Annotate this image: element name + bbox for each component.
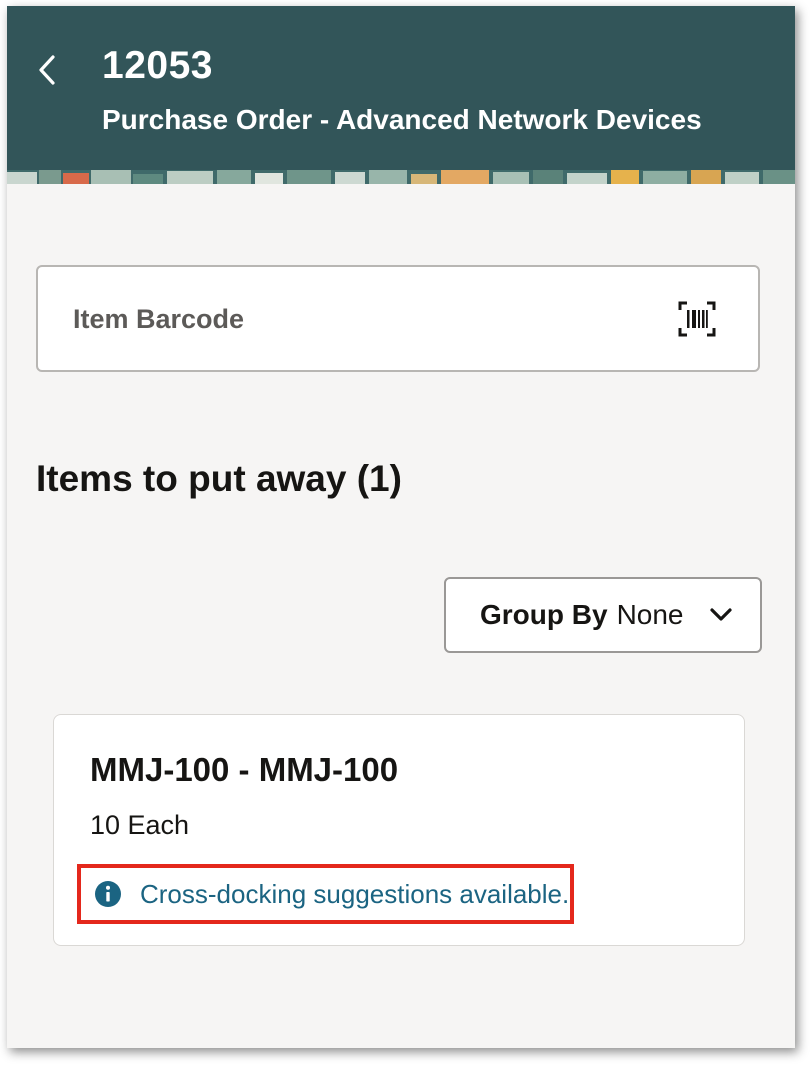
chevron-left-icon bbox=[39, 55, 55, 85]
app-screen: 12053 Purchase Order - Advanced Network … bbox=[7, 6, 795, 1048]
list-item[interactable]: MMJ-100 - MMJ-100 10 Each Cross-docking … bbox=[53, 714, 745, 946]
header-decorative-pattern bbox=[7, 170, 795, 184]
page-title: 12053 bbox=[102, 44, 213, 87]
cross-docking-notice: Cross-docking suggestions available. bbox=[77, 864, 574, 924]
item-barcode-input[interactable] bbox=[71, 267, 655, 372]
item-title: MMJ-100 - MMJ-100 bbox=[90, 751, 399, 788]
cross-docking-link[interactable]: Cross-docking suggestions available. bbox=[140, 879, 569, 910]
group-by-value: None bbox=[616, 599, 684, 630]
items-section-heading: Items to put away (1) bbox=[36, 458, 402, 499]
barcode-scan-icon[interactable] bbox=[678, 301, 716, 337]
item-quantity: 10 Each bbox=[90, 810, 190, 840]
info-icon bbox=[95, 881, 121, 907]
group-by-select[interactable]: Group By None bbox=[444, 577, 762, 653]
back-button[interactable] bbox=[29, 50, 65, 90]
item-barcode-field[interactable] bbox=[36, 265, 760, 372]
page-subtitle: Purchase Order - Advanced Network Device… bbox=[102, 104, 702, 135]
group-by-label: Group By bbox=[480, 599, 608, 630]
chevron-down-icon bbox=[710, 608, 732, 621]
page-header: 12053 Purchase Order - Advanced Network … bbox=[7, 6, 795, 184]
